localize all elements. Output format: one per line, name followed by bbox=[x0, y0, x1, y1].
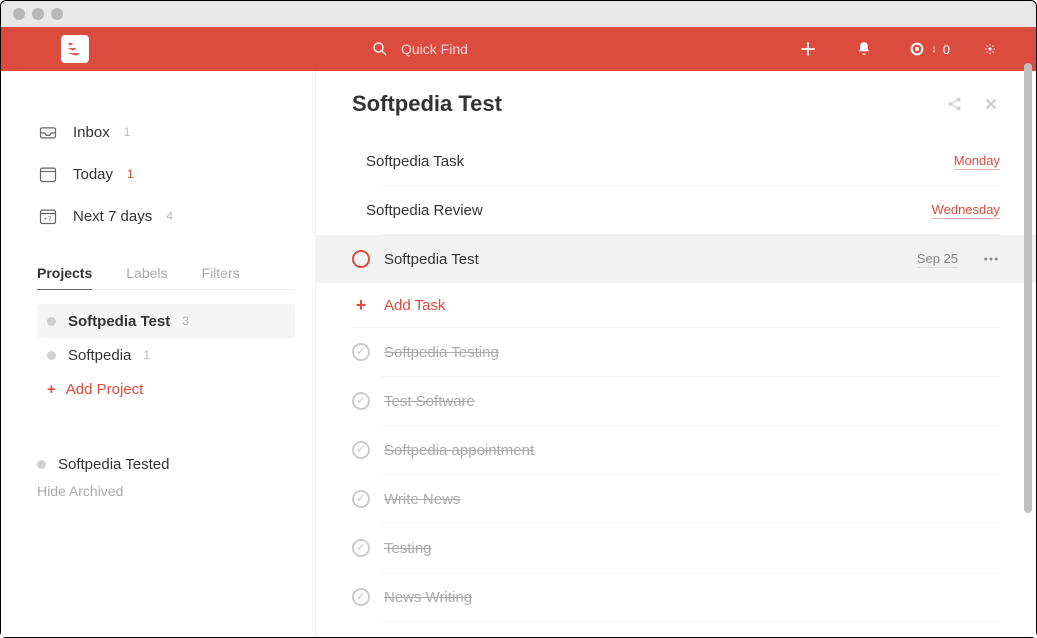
task-list: Softpedia Task Monday Softpedia Review W… bbox=[352, 137, 1000, 637]
plus-icon: + bbox=[47, 381, 56, 398]
tab-projects[interactable]: Projects bbox=[37, 257, 92, 290]
project-row[interactable]: Softpedia Test 3 bbox=[37, 304, 295, 338]
tab-labels[interactable]: Labels bbox=[126, 257, 167, 289]
task-row-completed[interactable]: Testing bbox=[352, 524, 1000, 572]
task-title: Softpedia Test bbox=[384, 251, 479, 268]
task-due-date[interactable]: Monday bbox=[954, 153, 1000, 170]
svg-text:+7: +7 bbox=[44, 216, 52, 223]
traffic-minimize[interactable] bbox=[32, 8, 44, 20]
inbox-count: 1 bbox=[124, 125, 131, 139]
task-checkbox[interactable] bbox=[352, 392, 370, 410]
task-checkbox[interactable] bbox=[352, 490, 370, 508]
tools-icon[interactable] bbox=[982, 95, 1000, 113]
traffic-close[interactable] bbox=[13, 8, 25, 20]
traffic-zoom[interactable] bbox=[51, 8, 63, 20]
app-logo bbox=[61, 35, 89, 63]
task-checkbox[interactable] bbox=[352, 343, 370, 361]
inbox-icon bbox=[37, 121, 59, 143]
task-title: Softpedia appointment bbox=[384, 442, 534, 459]
task-row-completed[interactable]: Write News bbox=[352, 475, 1000, 523]
page-title: Softpedia Test bbox=[352, 91, 502, 117]
task-row-completed[interactable]: Test Software bbox=[352, 377, 1000, 425]
add-task-button[interactable]: + Add Task bbox=[352, 283, 1000, 327]
notifications-icon[interactable] bbox=[853, 38, 875, 60]
share-icon[interactable] bbox=[946, 95, 964, 113]
window-traffic-lights bbox=[1, 1, 1036, 27]
project-color-dot bbox=[47, 317, 56, 326]
sidebar-next7[interactable]: +7 Next 7 days 4 bbox=[37, 195, 295, 237]
today-count: 1 bbox=[127, 167, 134, 181]
task-due-date[interactable]: Sep 25 bbox=[917, 251, 958, 268]
inbox-label: Inbox bbox=[73, 124, 110, 141]
project-tabs: Projects Labels Filters bbox=[37, 257, 295, 290]
add-project-label: Add Project bbox=[66, 381, 144, 398]
archived-project-row[interactable]: Softpedia Tested bbox=[37, 456, 295, 473]
task-title: Softpedia Review bbox=[366, 202, 483, 219]
task-title: Write News bbox=[384, 491, 460, 508]
task-checkbox[interactable] bbox=[352, 539, 370, 557]
quick-add-icon[interactable] bbox=[797, 38, 819, 60]
more-icon[interactable] bbox=[982, 250, 1000, 268]
plus-icon: + bbox=[352, 296, 370, 314]
productivity-value: 0 bbox=[943, 42, 950, 57]
gear-icon[interactable] bbox=[984, 38, 1006, 60]
project-name: Softpedia Test bbox=[68, 313, 170, 330]
calendar-week-icon: +7 bbox=[37, 205, 59, 227]
scrollbar[interactable] bbox=[1020, 27, 1034, 635]
next7-count: 4 bbox=[166, 209, 173, 223]
main-content: Softpedia Test Softpedia Task Monday bbox=[316, 71, 1036, 637]
search-icon bbox=[369, 38, 391, 60]
task-row-completed[interactable]: Softpedia Testing bbox=[352, 328, 1000, 376]
arrow-down-icon: ↓ bbox=[931, 43, 937, 55]
today-label: Today bbox=[73, 166, 113, 183]
archived-project-name: Softpedia Tested bbox=[58, 456, 169, 473]
scrollbar-thumb[interactable] bbox=[1024, 63, 1032, 513]
top-bar: ↓ 0 bbox=[1, 27, 1036, 71]
search-input[interactable] bbox=[401, 41, 582, 57]
project-color-dot bbox=[47, 351, 56, 360]
hide-archived-button[interactable]: Hide Archived bbox=[37, 483, 295, 499]
productivity-score[interactable]: ↓ 0 bbox=[909, 41, 950, 57]
sidebar: Inbox 1 Today 1 +7 Next 7 days 4 Project… bbox=[1, 71, 316, 637]
task-row[interactable]: Softpedia Test Sep 25 bbox=[316, 235, 1036, 283]
task-checkbox[interactable] bbox=[352, 250, 370, 268]
projects-list: Softpedia Test 3 Softpedia 1 + Add Proje… bbox=[37, 304, 295, 406]
next7-label: Next 7 days bbox=[73, 208, 152, 225]
task-title: News Writing bbox=[384, 589, 472, 606]
tab-filters[interactable]: Filters bbox=[202, 257, 240, 289]
search-box[interactable] bbox=[369, 38, 582, 60]
task-title: Testing bbox=[384, 540, 432, 557]
project-count: 1 bbox=[143, 348, 150, 362]
task-row[interactable]: Softpedia Review Wednesday bbox=[352, 186, 1000, 234]
project-name: Softpedia bbox=[68, 347, 131, 364]
task-due-date[interactable]: Wednesday bbox=[932, 202, 1000, 219]
sidebar-inbox[interactable]: Inbox 1 bbox=[37, 111, 295, 153]
project-count: 3 bbox=[182, 314, 189, 328]
add-task-label: Add Task bbox=[384, 297, 445, 314]
task-row[interactable]: Softpedia Task Monday bbox=[352, 137, 1000, 185]
task-title: Softpedia Testing bbox=[384, 344, 499, 361]
calendar-today-icon bbox=[37, 163, 59, 185]
sidebar-today[interactable]: Today 1 bbox=[37, 153, 295, 195]
task-checkbox[interactable] bbox=[352, 588, 370, 606]
task-row-completed[interactable]: Testing Software bbox=[352, 622, 1000, 637]
project-row[interactable]: Softpedia 1 bbox=[37, 338, 295, 372]
task-row-completed[interactable]: News Writing bbox=[352, 573, 1000, 621]
task-title: Test Software bbox=[384, 393, 475, 410]
add-project-button[interactable]: + Add Project bbox=[37, 372, 295, 406]
task-checkbox[interactable] bbox=[352, 441, 370, 459]
task-title: Softpedia Task bbox=[366, 153, 464, 170]
task-row-completed[interactable]: Softpedia appointment bbox=[352, 426, 1000, 474]
project-color-dot bbox=[37, 460, 46, 469]
